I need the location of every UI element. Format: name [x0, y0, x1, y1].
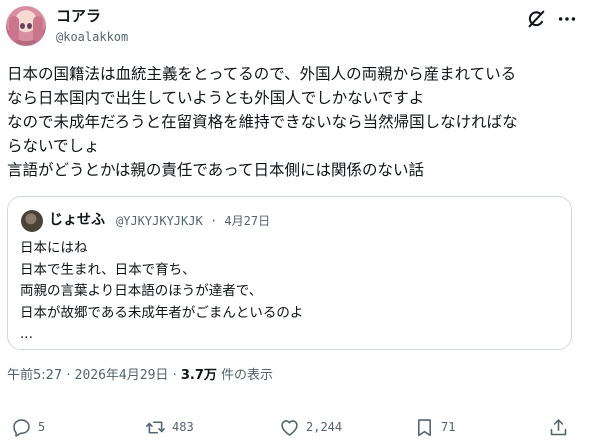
view-count: 3.7万: [180, 368, 217, 383]
avatar-eye-left: [20, 23, 25, 29]
tweet-date[interactable]: 2026年4月29日: [75, 368, 169, 383]
retweet-button[interactable]: 483: [145, 416, 194, 438]
reply-count: 5: [38, 420, 46, 434]
share-button[interactable]: [548, 416, 569, 438]
like-button[interactable]: 2,244: [279, 416, 342, 438]
view-count-label: 件の表示: [221, 368, 274, 383]
bookmark-count: 71: [441, 420, 456, 434]
avatar-eye-right: [27, 23, 32, 29]
quoted-author-handle: @YJKYJKYJKJK: [116, 214, 203, 228]
author-avatar[interactable]: [6, 6, 46, 46]
avatar-hair-left: [9, 16, 19, 42]
action-bar: 5 483 2,244 71: [0, 410, 592, 444]
tweet-time[interactable]: 午前5:27: [7, 368, 62, 383]
meta-separator: ·: [172, 368, 177, 383]
quoted-tweet[interactable]: じょせふ @YJKYJKYJKJK · 4月27日 日本にはね 日本で生まれ、日…: [7, 196, 572, 350]
quoted-separator: ·: [209, 214, 218, 228]
author-handle[interactable]: @koalakkom: [56, 29, 128, 45]
avatar-hair-right: [33, 16, 43, 42]
quoted-author-name: じょせふ: [49, 212, 105, 228]
quoted-meta: @YJKYJKYJKJK · 4月27日: [116, 212, 270, 230]
more-icon[interactable]: [556, 8, 578, 30]
quoted-text: 日本にはね 日本で生まれ、日本で育ち、 両親の言葉より日本語のほうが達者で、 日…: [20, 240, 304, 342]
share-icon: [550, 418, 567, 435]
author-display-name[interactable]: コアラ: [56, 6, 101, 26]
reply-button[interactable]: 5: [11, 416, 45, 438]
quoted-author-avatar: [21, 210, 43, 232]
retweet-icon: [145, 420, 166, 434]
retweet-count: 483: [172, 420, 194, 434]
bookmark-button[interactable]: 71: [414, 416, 455, 438]
bookmark-icon: [418, 418, 431, 436]
like-count: 2,244: [306, 420, 343, 434]
reply-icon: [13, 418, 30, 437]
tweet-meta: 午前5:27 · 2026年4月29日 · 3.7万 件の表示: [7, 366, 273, 386]
heart-icon: [281, 419, 298, 436]
quoted-date: 4月27日: [224, 214, 271, 228]
tweet-text: 日本の国籍法は血統主義をとってるので、外国人の両親から産まれている なら日本国内…: [7, 65, 518, 179]
grok-icon[interactable]: [525, 8, 547, 30]
meta-separator: ·: [66, 368, 71, 383]
tweet-header: コアラ @koalakkom: [0, 0, 592, 54]
